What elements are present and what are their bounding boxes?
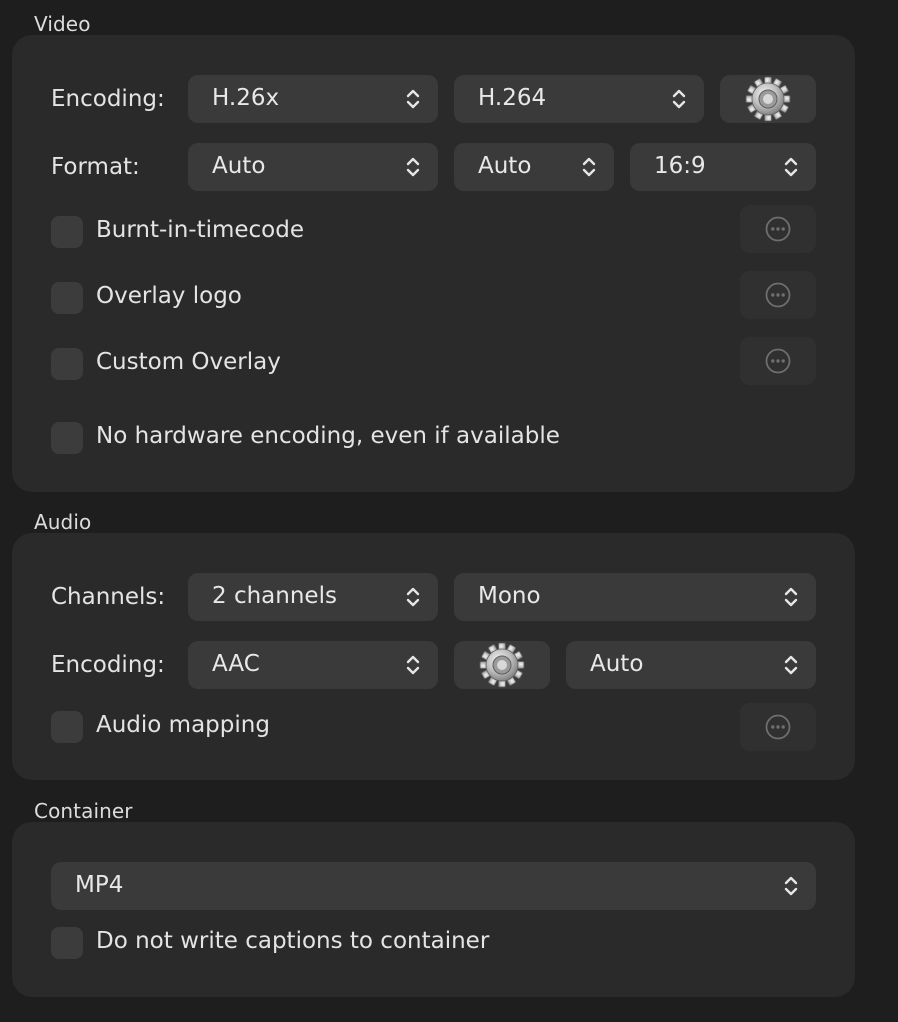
video-codec-value: H.264: [478, 85, 547, 111]
no-captions-label: Do not write captions to container: [96, 928, 490, 954]
burnt-in-timecode-checkbox[interactable]: [51, 216, 83, 248]
no-hardware-encoding-checkbox[interactable]: [51, 422, 83, 454]
no-hardware-encoding-label: No hardware encoding, even if available: [96, 423, 560, 449]
chevron-up-down-icon: [404, 87, 422, 111]
ellipsis-circle-icon: [764, 713, 792, 741]
video-codec-select[interactable]: H.264: [454, 75, 704, 123]
custom-overlay-more-button[interactable]: [740, 337, 816, 385]
chevron-up-down-icon: [404, 653, 422, 677]
audio-panel: Channels: 2 channels Mono Encoding: AAC …: [12, 533, 855, 780]
audio-channel-mode-select[interactable]: Mono: [454, 573, 816, 621]
chevron-up-down-icon: [404, 585, 422, 609]
video-format-label: Format:: [51, 154, 140, 180]
chevron-up-down-icon: [670, 87, 688, 111]
video-section-title: Video: [34, 12, 91, 36]
video-format-value: Auto: [212, 153, 266, 179]
audio-encoding-value: AAC: [212, 651, 260, 677]
video-format-select[interactable]: Auto: [188, 143, 438, 191]
video-encoding-family-value: H.26x: [212, 85, 280, 111]
chevron-up-down-icon: [782, 653, 800, 677]
audio-encoding-select[interactable]: AAC: [188, 641, 438, 689]
gear-icon: [478, 641, 526, 689]
gear-icon: [744, 75, 792, 123]
video-encoding-family-select[interactable]: H.26x: [188, 75, 438, 123]
audio-mapping-more-button[interactable]: [740, 703, 816, 751]
audio-encoding-label: Encoding:: [51, 652, 165, 678]
overlay-logo-checkbox[interactable]: [51, 282, 83, 314]
audio-channels-label: Channels:: [51, 584, 166, 610]
custom-overlay-label: Custom Overlay: [96, 349, 281, 375]
ellipsis-circle-icon: [764, 347, 792, 375]
video-format-secondary-value: Auto: [478, 153, 532, 179]
audio-encoding-settings-button[interactable]: [454, 641, 550, 689]
burnt-in-timecode-more-button[interactable]: [740, 205, 816, 253]
video-format-secondary-select[interactable]: Auto: [454, 143, 614, 191]
ellipsis-circle-icon: [764, 215, 792, 243]
audio-mapping-checkbox[interactable]: [51, 711, 83, 743]
video-encoding-label: Encoding:: [51, 86, 165, 112]
container-section-title: Container: [34, 799, 133, 823]
video-aspect-ratio-select[interactable]: 16:9: [630, 143, 816, 191]
audio-channels-select[interactable]: 2 channels: [188, 573, 438, 621]
audio-bitrate-select[interactable]: Auto: [566, 641, 816, 689]
no-captions-checkbox[interactable]: [51, 927, 83, 959]
chevron-up-down-icon: [782, 585, 800, 609]
container-panel: MP4: [12, 822, 855, 997]
overlay-logo-label: Overlay logo: [96, 283, 242, 309]
video-aspect-ratio-value: 16:9: [654, 153, 706, 179]
video-encoding-settings-button[interactable]: [720, 75, 816, 123]
container-format-value: MP4: [75, 872, 124, 898]
audio-mapping-label: Audio mapping: [96, 712, 270, 738]
audio-section-title: Audio: [34, 510, 92, 534]
chevron-up-down-icon: [782, 874, 800, 898]
burnt-in-timecode-label: Burnt-in-timecode: [96, 217, 304, 243]
custom-overlay-checkbox[interactable]: [51, 348, 83, 380]
audio-bitrate-value: Auto: [590, 651, 644, 677]
chevron-up-down-icon: [404, 155, 422, 179]
overlay-logo-more-button[interactable]: [740, 271, 816, 319]
audio-channel-mode-value: Mono: [478, 583, 541, 609]
chevron-up-down-icon: [782, 155, 800, 179]
container-format-select[interactable]: MP4: [51, 862, 816, 910]
ellipsis-circle-icon: [764, 281, 792, 309]
chevron-up-down-icon: [580, 155, 598, 179]
audio-channels-value: 2 channels: [212, 583, 337, 609]
